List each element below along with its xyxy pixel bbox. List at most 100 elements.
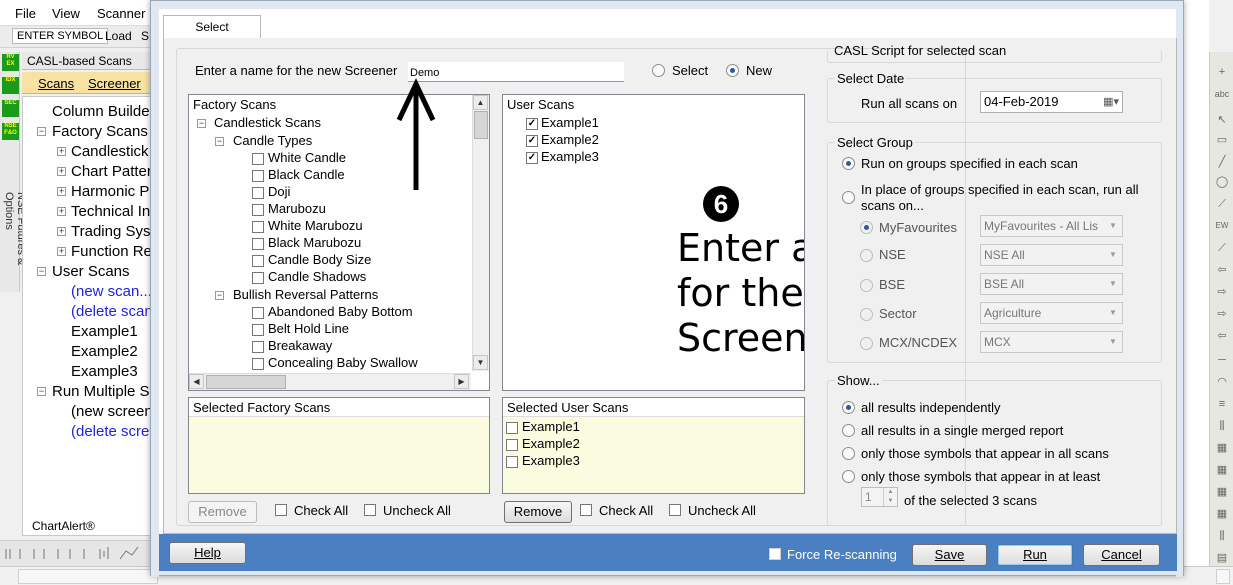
tree-item[interactable]: Candle Types — [233, 133, 312, 148]
scan-checkbox[interactable] — [252, 204, 264, 216]
tree-item[interactable]: Breakaway — [268, 338, 332, 353]
tree-node[interactable]: Technical In — [71, 203, 150, 220]
user-scan-checkbox[interactable]: ✓ — [526, 118, 538, 130]
tree-item[interactable]: Concealing Baby Swallow — [268, 355, 418, 370]
uncheck-all-label[interactable]: Uncheck All — [688, 503, 756, 518]
scan-checkbox[interactable] — [252, 358, 264, 370]
tree-item[interactable]: Doji — [268, 184, 290, 199]
user-scan-checkbox[interactable]: ✓ — [526, 135, 538, 147]
remove-user-button[interactable]: Remove — [504, 501, 572, 523]
tree-node[interactable]: Function Re — [71, 243, 152, 260]
scan-checkbox[interactable] — [252, 324, 264, 336]
scroll-thumb[interactable] — [206, 375, 286, 389]
stepper-arrows-icon[interactable]: ▲ ▼ — [883, 488, 897, 506]
delete-screener-link[interactable]: (delete scre — [71, 423, 149, 440]
tree-item[interactable]: Candlestick Scans — [214, 115, 321, 130]
grid-icon[interactable]: ▦ — [1212, 504, 1232, 524]
expand-icon[interactable]: + — [57, 147, 66, 156]
sector-dropdown[interactable]: Agriculture ▼ — [980, 302, 1123, 324]
menu-scanner[interactable]: Scanner — [97, 6, 145, 21]
collapse-icon[interactable]: − — [37, 267, 46, 276]
delete-scan-link[interactable]: (delete scan — [71, 303, 153, 320]
group-myfavourites-radio[interactable] — [860, 221, 873, 234]
arrow-right-icon[interactable]: ⇨ — [1212, 282, 1232, 302]
group-myfavourites-label[interactable]: MyFavourites — [879, 220, 957, 235]
arrow-icon[interactable]: ⇨ — [1212, 304, 1232, 324]
date-picker[interactable]: 04-Feb-2019 ▦▾ — [980, 91, 1123, 113]
swing-icon[interactable]: EW — [1212, 216, 1232, 236]
scan-checkbox[interactable] — [252, 272, 264, 284]
tab-scans[interactable]: Scans — [38, 76, 74, 91]
cycles-icon[interactable]: ⫼ — [1212, 416, 1232, 436]
stepper-value[interactable]: 1 — [865, 490, 872, 504]
uncheck-all-factory-checkbox[interactable] — [364, 504, 376, 516]
force-rescan-label[interactable]: Force Re-scanning — [787, 547, 897, 562]
nse-dropdown[interactable]: NSE All ▼ — [980, 244, 1123, 266]
user-scan-item[interactable]: Example1 — [541, 115, 599, 130]
tree-node[interactable]: User Scans — [52, 263, 130, 280]
group-option-override-radio[interactable] — [842, 191, 855, 204]
tree-item[interactable]: Belt Hold Line — [268, 321, 349, 336]
expand-icon[interactable]: + — [57, 227, 66, 236]
group-option-override-label-2[interactable]: scans on... — [861, 198, 924, 213]
line-tool-icon[interactable]: ╱ — [1212, 152, 1232, 172]
selected-user-item[interactable]: Example3 — [522, 453, 580, 468]
horizontal-scrollbar[interactable]: ◀ ▶ — [189, 373, 471, 390]
show-independent-label[interactable]: all results independently — [861, 400, 1000, 415]
group-bse-radio[interactable] — [860, 279, 873, 292]
mcx-dropdown[interactable]: MCX ▼ — [980, 331, 1123, 353]
expand-icon[interactable]: + — [57, 187, 66, 196]
show-merged-radio[interactable] — [842, 424, 855, 437]
user-scan-item[interactable]: Example2 — [541, 132, 599, 147]
check-all-user-checkbox[interactable] — [580, 504, 592, 516]
cancel-button[interactable]: Cancel — [1083, 544, 1160, 566]
tree-node[interactable]: Column Builde — [52, 103, 150, 120]
tree-node[interactable]: Factory Scans — [52, 123, 148, 140]
group-option-override-label[interactable]: In place of groups specified in each sca… — [861, 182, 1139, 197]
tree-node[interactable]: Example2 — [71, 343, 138, 360]
show-independent-radio[interactable] — [842, 401, 855, 414]
selected-factory-scans-list[interactable]: Selected Factory Scans — [188, 397, 490, 494]
scan-checkbox[interactable] — [252, 238, 264, 250]
tab-select[interactable]: Select — [163, 15, 261, 39]
tree-node[interactable]: Example3 — [71, 363, 138, 380]
collapse-icon[interactable]: − — [215, 137, 224, 146]
tree-node[interactable]: Run Multiple S — [52, 383, 150, 400]
group-option-scan-radio[interactable] — [842, 157, 855, 170]
group-sector-label[interactable]: Sector — [879, 306, 917, 321]
collapse-icon[interactable]: − — [37, 387, 46, 396]
menu-file[interactable]: File — [15, 6, 36, 21]
tree-item[interactable]: Abandoned Baby Bottom — [268, 304, 413, 319]
scan-checkbox[interactable] — [252, 153, 264, 165]
save-button[interactable]: Save — [912, 544, 987, 566]
mode-select-label[interactable]: Select — [672, 63, 708, 78]
calendar-icon[interactable]: ▦▾ — [1103, 92, 1119, 112]
tree-node[interactable]: Harmonic P — [71, 183, 149, 200]
scan-checkbox[interactable] — [252, 170, 264, 182]
ellipse-icon[interactable]: ◯ — [1212, 172, 1232, 192]
scroll-down-icon[interactable]: ▼ — [473, 355, 488, 370]
mode-select-radio[interactable] — [652, 64, 665, 77]
selected-user-item[interactable]: Example2 — [522, 436, 580, 451]
trendline-icon[interactable]: ⟋ — [1212, 194, 1232, 214]
scan-checkbox[interactable] — [252, 221, 264, 233]
group-nse-label[interactable]: NSE — [879, 247, 906, 262]
group-bse-label[interactable]: BSE — [879, 277, 905, 292]
collapse-icon[interactable]: − — [37, 127, 46, 136]
expand-icon[interactable]: + — [57, 167, 66, 176]
tab-screener[interactable]: Screener — [88, 76, 141, 91]
expand-icon[interactable]: + — [57, 207, 66, 216]
at-least-stepper[interactable]: 1 ▲ ▼ — [861, 487, 898, 507]
bse-dropdown[interactable]: BSE All ▼ — [980, 273, 1123, 295]
scroll-right-icon[interactable]: ▶ — [454, 374, 469, 389]
collapse-icon[interactable]: − — [197, 119, 206, 128]
grid-icon[interactable]: ▦ — [1212, 482, 1232, 502]
tree-node[interactable]: (new screen — [71, 403, 153, 420]
grid-icon[interactable]: ▦ — [1212, 460, 1232, 480]
check-all-factory-checkbox[interactable] — [275, 504, 287, 516]
scan-checkbox[interactable] — [252, 307, 264, 319]
tree-node[interactable]: Chart Patter — [71, 163, 152, 180]
rv-ex-icon[interactable]: RV EX — [2, 54, 19, 71]
tree-item[interactable]: Black Candle — [268, 167, 345, 182]
scan-checkbox[interactable] — [252, 255, 264, 267]
